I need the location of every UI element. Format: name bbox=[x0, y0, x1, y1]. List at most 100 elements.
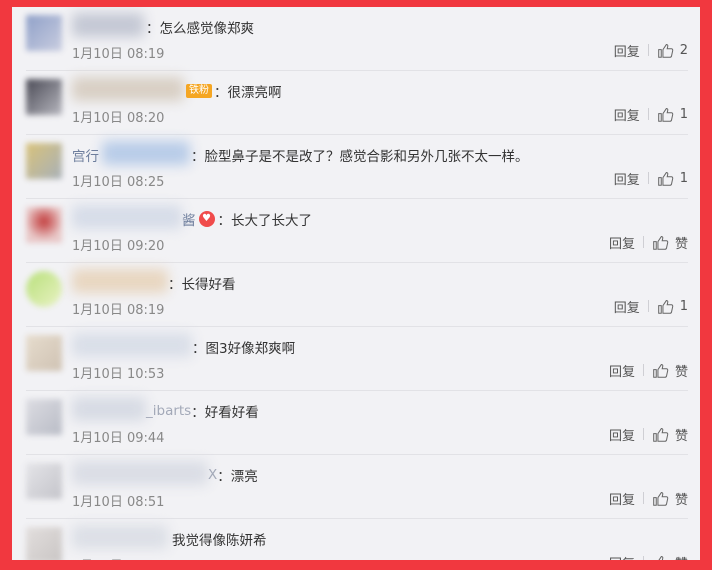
comment-item: ：图3好像郑爽啊 1月10日 10:53 回复 赞 bbox=[26, 327, 688, 391]
comment-item: ：长得好看 1月10日 08:19 回复 1 bbox=[26, 263, 688, 327]
avatar[interactable] bbox=[26, 335, 62, 371]
like-button[interactable]: 赞 bbox=[652, 489, 688, 508]
comment-time: 1月10日 08:40 bbox=[72, 559, 165, 570]
comment-time: 1月10日 10:53 bbox=[72, 367, 165, 382]
avatar[interactable] bbox=[26, 207, 62, 243]
thumbs-up-icon bbox=[657, 43, 673, 58]
comment-line: ：怎么感觉像郑爽 bbox=[146, 17, 254, 37]
like-button[interactable]: 2 bbox=[657, 42, 688, 59]
reply-button[interactable]: 回复 bbox=[614, 169, 640, 188]
divider bbox=[647, 44, 649, 56]
comment-item: 铁粉：很漂亮啊 1月10日 08:20 回复 1 bbox=[26, 71, 688, 135]
like-count: 2 bbox=[679, 42, 688, 58]
comment-item: X：漂亮 1月10日 08:51 回复 赞 bbox=[26, 455, 688, 519]
thumbs-up-icon bbox=[653, 363, 669, 378]
comment-line: _ibarts：好看好看 bbox=[146, 403, 259, 421]
avatar[interactable] bbox=[26, 271, 62, 307]
comment-time: 1月10日 09:44 bbox=[72, 431, 165, 446]
like-label: 赞 bbox=[674, 236, 688, 252]
comment-panel: ：怎么感觉像郑爽 1月10日 08:19 回复 2 铁粉：很漂亮啊 1月10日 … bbox=[0, 0, 712, 570]
reply-button[interactable]: 回复 bbox=[614, 105, 640, 124]
avatar[interactable] bbox=[26, 143, 62, 179]
reply-button[interactable]: 回复 bbox=[609, 361, 635, 380]
like-label: 赞 bbox=[674, 364, 688, 380]
like-label: 赞 bbox=[674, 556, 688, 570]
avatar[interactable] bbox=[26, 79, 62, 115]
comment-text: 图3好像郑爽啊 bbox=[205, 341, 296, 357]
like-button[interactable]: 赞 bbox=[652, 553, 688, 570]
like-button[interactable]: 赞 bbox=[652, 361, 688, 380]
like-count: 1 bbox=[679, 298, 688, 314]
like-count: 1 bbox=[679, 170, 688, 186]
comment-text: 长大了长大了 bbox=[231, 213, 312, 229]
comment-actions: 回复 1 bbox=[614, 103, 688, 125]
comment-time: 1月10日 08:51 bbox=[72, 495, 165, 510]
like-label: 赞 bbox=[674, 492, 688, 508]
like-button[interactable]: 1 bbox=[657, 106, 688, 123]
comment-time: 1月10日 09:20 bbox=[72, 239, 165, 254]
thumbs-up-icon bbox=[657, 171, 673, 186]
username-prefix[interactable]: 宫行 bbox=[72, 145, 99, 165]
like-label: 赞 bbox=[674, 428, 688, 444]
comment-line: 酱 ♥：长大了长大了 bbox=[72, 209, 312, 229]
comment-text: 脸型鼻子是不是改了？感觉合影和另外几张不太一样。 bbox=[204, 149, 529, 165]
comment-line: 铁粉：很漂亮啊 bbox=[186, 81, 282, 101]
thumbs-up-icon bbox=[657, 299, 673, 314]
comment-text: 漂亮 bbox=[230, 469, 258, 485]
avatar[interactable] bbox=[26, 527, 62, 560]
thumbs-up-icon bbox=[653, 235, 669, 250]
like-button[interactable]: 赞 bbox=[652, 233, 688, 252]
comment-line: 宫行 ：脸型鼻子是不是改了？感觉合影和另外几张不太一样。 bbox=[72, 145, 529, 165]
username-suffix[interactable]: _ibarts bbox=[146, 403, 191, 419]
username-blurred[interactable] bbox=[72, 525, 168, 549]
divider bbox=[642, 428, 644, 440]
like-button[interactable]: 1 bbox=[657, 170, 688, 187]
comment-line: ：长得好看 bbox=[168, 273, 236, 293]
comment-actions: 回复 1 bbox=[614, 167, 688, 189]
thumbs-up-icon bbox=[658, 555, 668, 560]
comment-actions: 回复 赞 bbox=[609, 231, 688, 253]
avatar[interactable] bbox=[26, 399, 62, 435]
username-blurred[interactable] bbox=[72, 77, 184, 101]
like-button[interactable]: 赞 bbox=[652, 425, 688, 444]
like-button[interactable]: 1 bbox=[657, 298, 688, 315]
comment-text: 我觉得像陈妍希 bbox=[172, 533, 267, 549]
comment-item: _ibarts：好看好看 1月10日 09:44 回复 赞 bbox=[26, 391, 688, 455]
thumbs-up-icon bbox=[657, 107, 673, 122]
reply-button[interactable]: 回复 bbox=[609, 233, 635, 252]
username-suffix[interactable]: 酱 bbox=[182, 209, 196, 229]
reply-button[interactable]: 回复 bbox=[609, 425, 635, 444]
comment-time: 1月10日 08:25 bbox=[72, 175, 165, 190]
avatar[interactable] bbox=[26, 463, 62, 499]
comment-time: 1月10日 08:19 bbox=[72, 47, 165, 62]
divider bbox=[642, 492, 644, 504]
reply-button[interactable]: 回复 bbox=[609, 553, 635, 561]
heart-badge-icon: ♥ bbox=[198, 211, 215, 227]
divider bbox=[642, 236, 644, 248]
divider bbox=[642, 556, 644, 560]
comment-item: ：怎么感觉像郑爽 1月10日 08:19 回复 2 bbox=[26, 7, 688, 71]
avatar[interactable] bbox=[26, 15, 62, 51]
username-blurred[interactable] bbox=[72, 333, 192, 357]
reply-button[interactable]: 回复 bbox=[614, 41, 640, 60]
divider bbox=[647, 172, 649, 184]
comment-actions: 回复 赞 bbox=[609, 359, 688, 381]
comment-text: 怎么感觉像郑爽 bbox=[159, 21, 255, 37]
comment-time: 1月10日 08:20 bbox=[72, 111, 165, 126]
fan-badge: 铁粉 bbox=[186, 84, 212, 98]
thumbs-up-icon bbox=[653, 427, 669, 442]
username-suffix[interactable]: X bbox=[208, 467, 217, 483]
comment-actions: 回复 赞 bbox=[609, 551, 688, 570]
comment-item: 宫行 ：脸型鼻子是不是改了？感觉合影和另外几张不太一样。 1月10日 08:25… bbox=[26, 135, 688, 199]
username-blurred[interactable] bbox=[72, 269, 168, 293]
comment-actions: 回复 1 bbox=[614, 295, 688, 317]
comment-line: X：漂亮 bbox=[208, 467, 258, 485]
comment-text: 很漂亮啊 bbox=[227, 85, 282, 101]
comment-item: 我觉得像陈妍希 1月10日 08:40 回复 赞 bbox=[26, 519, 688, 570]
reply-button[interactable]: 回复 bbox=[614, 297, 640, 316]
comment-actions: 回复 赞 bbox=[609, 487, 688, 509]
comment-actions: 回复 赞 bbox=[609, 423, 688, 445]
comment-item: 酱 ♥：长大了长大了 1月10日 09:20 回复 赞 bbox=[26, 199, 688, 263]
reply-button[interactable]: 回复 bbox=[609, 489, 635, 508]
username-blurred[interactable] bbox=[72, 13, 144, 37]
